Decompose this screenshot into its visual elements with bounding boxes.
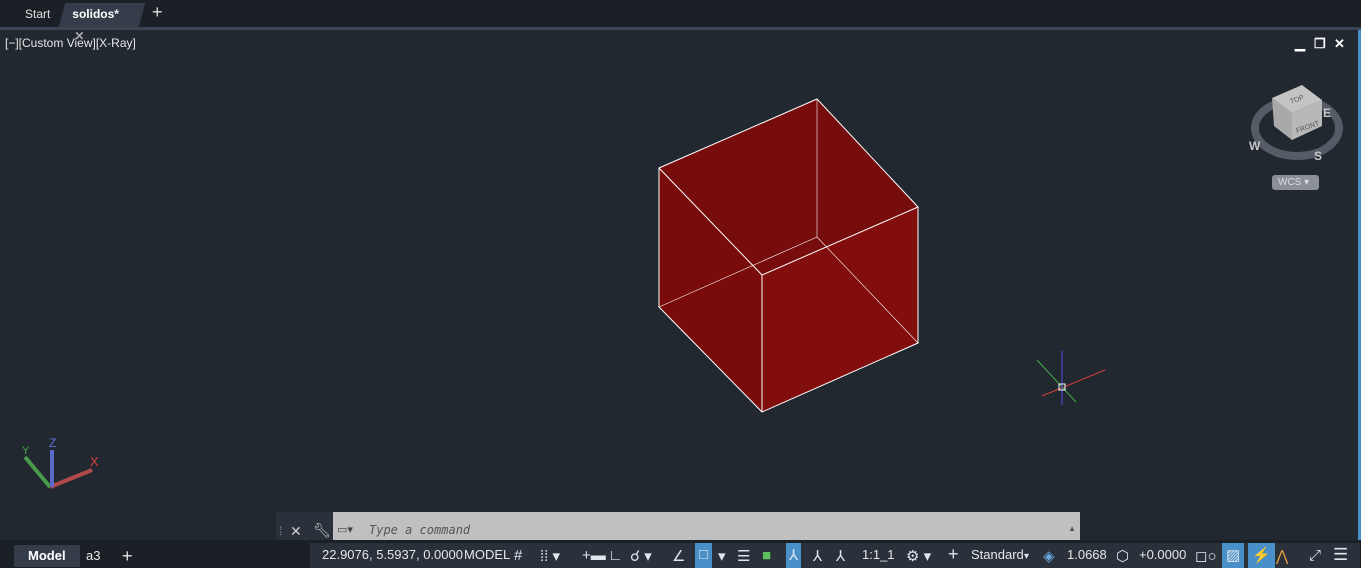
- hardware-acceleration-icon[interactable]: ▨: [1222, 543, 1245, 568]
- annotation-visibility-icon[interactable]: ⅄: [813, 547, 822, 565]
- object-snap-icon[interactable]: □: [695, 543, 713, 568]
- model-space-toggle[interactable]: MODEL: [464, 541, 510, 568]
- grip-handle-icon[interactable]: ⁞: [279, 524, 282, 538]
- ucs-z: Z: [49, 436, 56, 450]
- close-icon[interactable]: ✕: [290, 523, 302, 540]
- grid-icon[interactable]: #: [514, 547, 522, 564]
- terminal-icon[interactable]: ▭▾: [337, 523, 353, 536]
- annotation-monitor-icon[interactable]: +: [948, 544, 959, 565]
- crosshair-cursor: [1036, 351, 1106, 405]
- wcs-dropdown[interactable]: WCS ▾: [1272, 175, 1319, 190]
- tab-a3[interactable]: a3: [86, 545, 100, 567]
- isolate-objects-icon[interactable]: ⬡: [1116, 547, 1129, 565]
- dropdown-arrow-icon[interactable]: ▾: [1024, 551, 1029, 562]
- isodraft-icon[interactable]: ∠: [672, 547, 685, 565]
- command-input[interactable]: Type a command: [369, 523, 470, 537]
- ortho-icon[interactable]: ∟: [608, 547, 623, 564]
- quick-properties-icon[interactable]: ⚡: [1248, 543, 1275, 568]
- ucs-icon: X Y Z: [22, 436, 99, 489]
- compass-s[interactable]: S: [1314, 149, 1322, 163]
- red-box-solid[interactable]: [658, 98, 919, 413]
- lineweight-value[interactable]: 1.0668: [1067, 541, 1107, 568]
- wcs-label: WCS: [1278, 177, 1302, 188]
- fullscreen-icon[interactable]: ⤢: [1309, 547, 1321, 564]
- tab-model[interactable]: Model: [14, 545, 80, 567]
- viewcube[interactable]: TOP FRONT W E S: [1249, 85, 1343, 163]
- autoscale-icon[interactable]: ⅄: [836, 547, 845, 565]
- ucs-x: X: [90, 454, 99, 469]
- graphics-performance-icon[interactable]: ⋀: [1276, 547, 1288, 565]
- infer-constraints-icon[interactable]: +▬: [582, 547, 606, 564]
- elevation-value[interactable]: +0.0000: [1139, 541, 1186, 568]
- lineweight-icon[interactable]: ☰: [737, 547, 750, 565]
- polar-icon[interactable]: ☌ ▾: [630, 547, 652, 565]
- ucs-y: Y: [22, 445, 30, 457]
- coordinates[interactable]: 22.9076, 5.5937, 0.0000: [322, 541, 463, 568]
- visual-style-dropdown[interactable]: Standard: [971, 541, 1024, 568]
- selection-cycling-icon[interactable]: ⅄: [786, 543, 802, 568]
- units-icon[interactable]: ◻○: [1195, 547, 1217, 565]
- compass-w[interactable]: W: [1249, 139, 1261, 153]
- drawing-canvas[interactable]: TOP FRONT W E S X Y Z: [0, 0, 1361, 540]
- wrench-icon[interactable]: 🔧︎: [313, 522, 331, 539]
- add-layout-icon[interactable]: +: [122, 545, 133, 567]
- layers-icon[interactable]: ◈: [1043, 547, 1055, 565]
- history-arrow-icon[interactable]: ▲: [1068, 524, 1076, 533]
- transparency-icon[interactable]: ■: [762, 547, 771, 564]
- workspace-gear-icon[interactable]: ⚙ ▾: [906, 547, 931, 565]
- compass-e[interactable]: E: [1323, 106, 1331, 120]
- annotation-scale[interactable]: 1:1_1: [862, 541, 895, 568]
- osnap-dropdown-icon[interactable]: ▾: [718, 547, 726, 565]
- snap-icon[interactable]: ⁞⁞ ▾: [540, 547, 560, 565]
- customize-menu-icon[interactable]: ☰: [1333, 545, 1348, 565]
